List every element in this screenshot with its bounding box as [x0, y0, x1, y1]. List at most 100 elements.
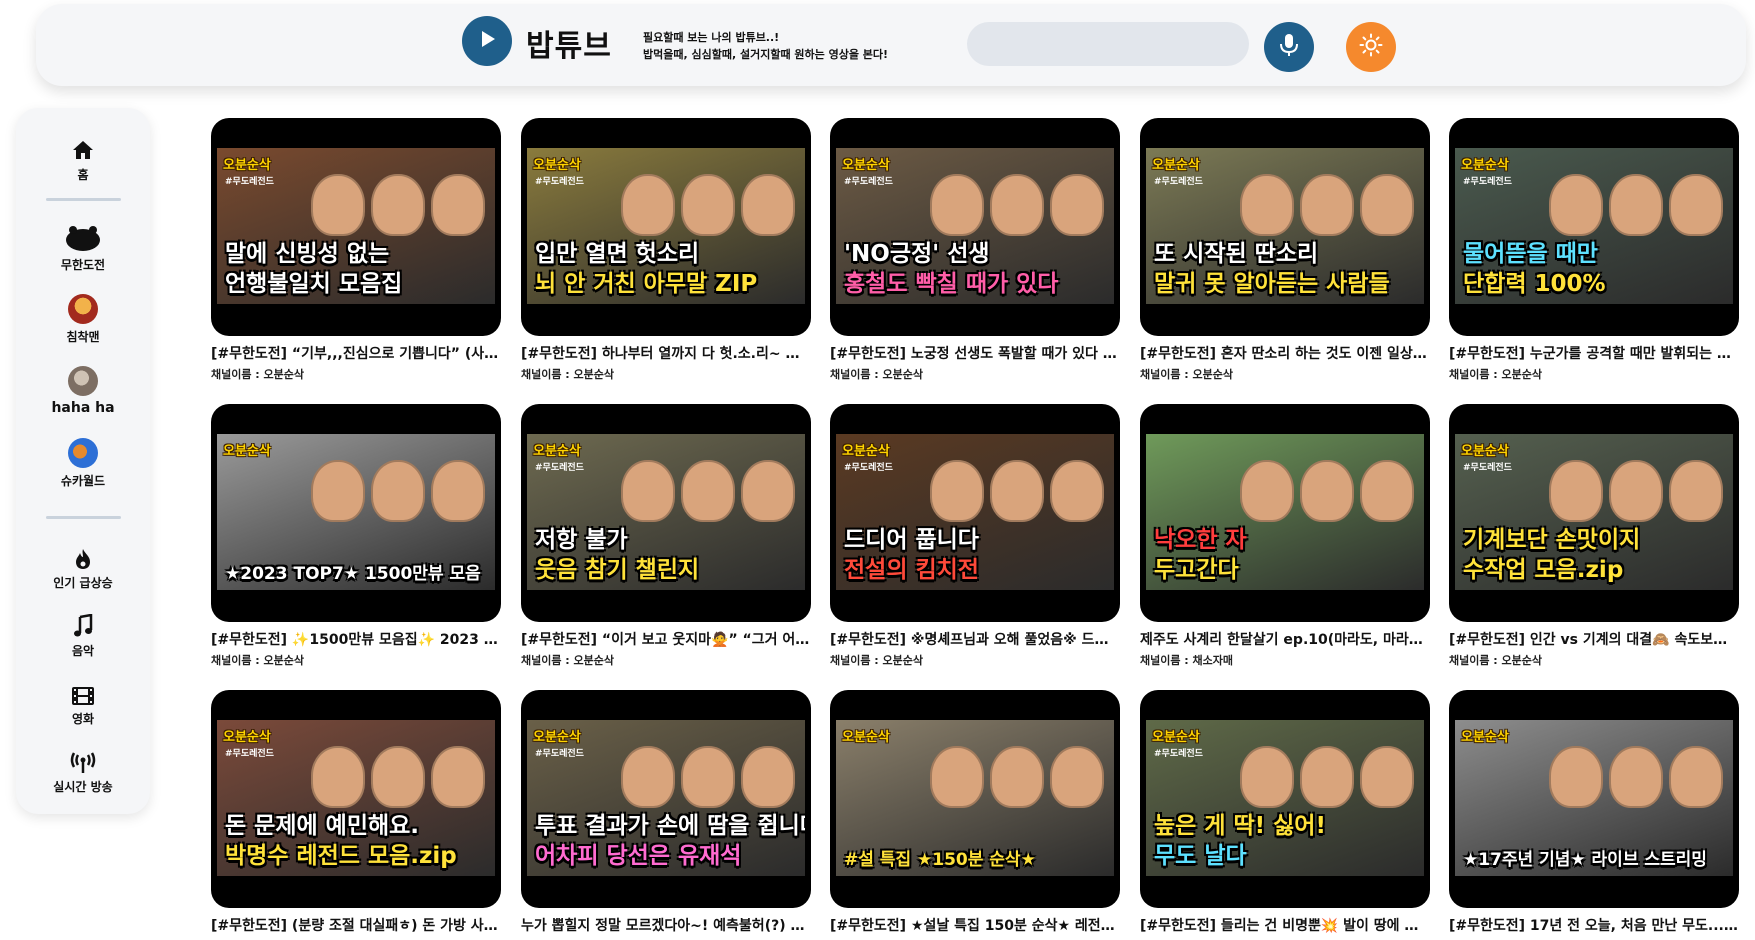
- video-thumbnail[interactable]: 오분순삭 #설 특집 ★150분 순삭★: [830, 690, 1120, 908]
- sidebar-item-music[interactable]: 음악: [16, 608, 150, 659]
- thumbnail-caption: 입만 열면 헛소리: [535, 241, 700, 267]
- video-thumbnail[interactable]: 오분순삭 #무도레전드 입만 열면 헛소리 뇌 안 거친 아무말 ZIP: [521, 118, 811, 336]
- channel-badge: 오분순삭: [1152, 158, 1200, 173]
- sidebar-item-haha[interactable]: haha ha: [16, 366, 150, 416]
- search-input[interactable]: [967, 22, 1249, 66]
- video-title[interactable]: [#무한도전] 누군가를 공격할 때만 발휘되는 단합력 물어뜯을 때만 단합력…: [1449, 345, 1739, 363]
- face-shape: [681, 746, 735, 808]
- thumbnail-caption: 돈 문제에 예민해요.: [225, 813, 420, 839]
- face-shape: [1050, 460, 1104, 522]
- home-icon: [71, 132, 95, 162]
- badge-subtext: #무도레전드: [535, 749, 584, 759]
- channel-name[interactable]: 채널이름 : 오분순삭: [830, 366, 1120, 382]
- video-card[interactable]: 오분순삭 #무도레전드 드디어 풉니다 전설의 킴치전 [#무한도전] ※명셰프님과 오…: [830, 404, 1120, 668]
- channel-name[interactable]: 채널이름 : 오분순삭: [211, 366, 501, 382]
- video-card[interactable]: 낙오한 자두고간다제주도 사계리 한달살기 ep.10(마라도, 마라도에 두고…: [1140, 404, 1430, 668]
- thumbnail-caption: 드디어 풉니다: [844, 527, 979, 553]
- sidebar-item-movie[interactable]: 영화: [16, 676, 150, 727]
- video-title[interactable]: 누가 뽑힐지 정말 모르겠다아~! 예측불허(?) 어차피 당선은 유재석: [521, 917, 811, 935]
- film-icon: [71, 676, 95, 706]
- channel-name[interactable]: 채널이름 : 오분순삭: [211, 652, 501, 668]
- video-title[interactable]: [#무한도전] ※명셰프님과 오해 풀었음※ 드디어 풉니다 전설의 킴치전: [830, 631, 1120, 649]
- video-thumbnail[interactable]: 오분순삭 #무도레전드 'NO긍정' 선생 홍철도 빡칠 때가 있다: [830, 118, 1120, 336]
- face-shape: [741, 174, 795, 236]
- video-thumbnail[interactable]: 오분순삭 ★2023 TOP7★ 1500만뷰 모음: [211, 404, 501, 622]
- video-card[interactable]: 오분순삭 #설 특집 ★150분 순삭★ [#무한도전] ★설날 특집 150분 순…: [830, 690, 1120, 935]
- sidebar-item-muhan[interactable]: 무한도전: [16, 222, 150, 273]
- video-thumbnail[interactable]: 오분순삭 #무도레전드 돈 문제에 예민해요. 박명수 레전드 모음.zip: [211, 690, 501, 908]
- channel-name[interactable]: 채널이름 : 오분순삭: [830, 652, 1120, 668]
- video-title[interactable]: [#무한도전] 혼자 딴소리 하는 것도 이젠 일상 또 시작된 딴소리 말귀 …: [1140, 345, 1430, 363]
- app-title[interactable]: 밥튜브: [526, 21, 612, 65]
- face-shape: [1549, 746, 1603, 808]
- fire-icon: [73, 540, 93, 570]
- badge-subtext: #무도레전드: [1154, 749, 1203, 759]
- video-title[interactable]: 제주도 사계리 한달살기 ep.10(마라도, 마라도에 두고 온 것): [1140, 631, 1430, 649]
- face-shape: [930, 174, 984, 236]
- video-title[interactable]: [#무한도전] 하나부터 열까지 다 헛.소.리~ 입만 열면 헛소리 뇌 안 …: [521, 345, 811, 363]
- video-thumbnail[interactable]: 오분순삭 #무도레전드 기계보단 손맛이지 수작업 모음.zip: [1449, 404, 1739, 622]
- channel-name[interactable]: 채널이름 : 오분순삭: [1449, 652, 1739, 668]
- video-thumbnail[interactable]: 오분순삭 #무도레전드 높은 게 딱! 싫어! 무도 날다: [1140, 690, 1430, 908]
- sidebar-item-chimchak[interactable]: 침착맨: [16, 294, 150, 345]
- video-thumbnail[interactable]: 오분순삭 #무도레전드 말에 신빙성 없는 언행불일치 모음집: [211, 118, 501, 336]
- channel-name[interactable]: 채널이름 : 오분순삭: [1449, 366, 1739, 382]
- logo-play-button[interactable]: [462, 16, 512, 66]
- sidebar-item-syuka[interactable]: 슈카월드: [16, 438, 150, 489]
- video-title[interactable]: [#무한도전] 인간 vs 기계의 대결🙈 속도보단 손맛이지 기계보단 손맛이…: [1449, 631, 1739, 649]
- sidebar-item-home[interactable]: 홈: [16, 132, 150, 183]
- video-thumbnail[interactable]: 오분순삭 #무도레전드 물어뜯을 때만 단합력 100%: [1449, 118, 1739, 336]
- face-shape: [1050, 746, 1104, 808]
- video-thumbnail[interactable]: 오분순삭 #무도레전드 드디어 풉니다 전설의 킴치전: [830, 404, 1120, 622]
- video-thumbnail[interactable]: 오분순삭 #무도레전드 또 시작된 딴소리 말귀 못 알아듣는 사람들: [1140, 118, 1430, 336]
- video-card[interactable]: 오분순삭 #무도레전드 투표 결과가 손에 땀을 쥡니다 어차피 당선은 유재석누가 …: [521, 690, 811, 935]
- sidebar-item-label: 음악: [71, 644, 95, 658]
- face-shape: [1549, 460, 1603, 522]
- video-card[interactable]: 오분순삭 ★2023 TOP7★ 1500만뷰 모음 [#무한도전] ✨1500만뷰…: [211, 404, 501, 668]
- video-title[interactable]: [#무한도전] 17년 전 오늘, 처음 만난 무도... ★17주년 기념★ …: [1449, 917, 1739, 935]
- face-shape: [371, 174, 425, 236]
- voice-search-button[interactable]: [1264, 22, 1314, 72]
- video-thumbnail[interactable]: 오분순삭 ★17주년 기념★ 라이브 스트리밍: [1449, 690, 1739, 908]
- video-card[interactable]: 오분순삭 #무도레전드 말에 신빙성 없는 언행불일치 모음집 [#무한도전] “기부,…: [211, 118, 501, 382]
- video-title[interactable]: [#무한도전] “기부,,,진심으로 기쁩니다” (사실 아님...) 말에 신…: [211, 345, 501, 363]
- channel-name[interactable]: 채널이름 : 오분순삭: [521, 652, 811, 668]
- channel-name[interactable]: 채널이름 : 오분순삭: [521, 366, 811, 382]
- thumbnail-caption: 단합력 100%: [1463, 271, 1606, 297]
- video-title[interactable]: [#무한도전] 노궁정 선생도 폭발할 때가 있다 'NO긍정' 선생 홍철도 …: [830, 345, 1120, 363]
- thumbnail-caption: 낙오한 자: [1154, 527, 1247, 553]
- video-thumbnail[interactable]: 오분순삭 #무도레전드 저항 불가 웃음 참기 챌린지: [521, 404, 811, 622]
- badge-subtext: #무도레전드: [1463, 463, 1512, 473]
- video-card[interactable]: 오분순삭 #무도레전드 입만 열면 헛소리 뇌 안 거친 아무말 ZIP [#무한도전]…: [521, 118, 811, 382]
- channel-name[interactable]: 채널이름 : 오분순삭: [1140, 366, 1430, 382]
- play-icon: [476, 28, 498, 54]
- sidebar-item-trending[interactable]: 인기 급상승: [16, 540, 150, 591]
- video-title[interactable]: [#무한도전] 들리는 건 비명뿐💥 발이 땅에 닿지 않는 높은 게 딱! 싫…: [1140, 917, 1430, 935]
- video-thumbnail[interactable]: 낙오한 자 두고간다: [1140, 404, 1430, 622]
- video-card[interactable]: 오분순삭 #무도레전드 물어뜯을 때만 단합력 100% [#무한도전] 누군가를 공격…: [1449, 118, 1739, 382]
- theme-toggle-button[interactable]: [1346, 22, 1396, 72]
- face-shape: [621, 174, 675, 236]
- channel-name[interactable]: 채널이름 : 채소자매: [1140, 652, 1430, 668]
- badge-subtext: #무도레전드: [1463, 177, 1512, 187]
- video-title[interactable]: [#무한도전] “이거 보고 웃지마🙅” “그거 어떻게 하는 건데” 저항 불…: [521, 631, 811, 649]
- thumbnail-caption: 웃음 참기 챌린지: [535, 557, 700, 583]
- video-card[interactable]: 오분순삭 #무도레전드 저항 불가 웃음 참기 챌린지 [#무한도전] “이거 보고 웃…: [521, 404, 811, 668]
- video-card[interactable]: 오분순삭 #무도레전드 높은 게 딱! 싫어! 무도 날다 [#무한도전] 들리는 건 …: [1140, 690, 1430, 935]
- video-card[interactable]: 오분순삭 #무도레전드 돈 문제에 예민해요. 박명수 레전드 모음.zip [#무한도…: [211, 690, 501, 935]
- thumbnail-image: 오분순삭 #무도레전드 기계보단 손맛이지 수작업 모음.zip: [1455, 434, 1733, 590]
- video-card[interactable]: 오분순삭 #무도레전드 또 시작된 딴소리 말귀 못 알아듣는 사람들 [#무한도전] …: [1140, 118, 1430, 382]
- video-title[interactable]: [#무한도전] ✨1500만뷰 모음집✨ 2023 TOP7 1500만뷰 모음: [211, 631, 501, 649]
- face-shape: [1360, 460, 1414, 522]
- video-card[interactable]: 오분순삭 #무도레전드 'NO긍정' 선생 홍철도 빡칠 때가 있다 [#무한도전] 노…: [830, 118, 1120, 382]
- video-thumbnail[interactable]: 오분순삭 #무도레전드 투표 결과가 손에 땀을 쥡니다 어차피 당선은 유재석: [521, 690, 811, 908]
- face-shape: [1300, 174, 1354, 236]
- sidebar-item-live[interactable]: 실시간 방송: [16, 744, 150, 795]
- thumbnail-caption: 수작업 모음.zip: [1463, 557, 1624, 583]
- video-title[interactable]: [#무한도전] (분량 조절 대실패ㅎ) 돈 가방 사건 돈 문제에 예민해요.…: [211, 917, 501, 935]
- video-card[interactable]: 오분순삭 ★17주년 기념★ 라이브 스트리밍 [#무한도전] 17년 전 오늘, …: [1449, 690, 1739, 935]
- video-title[interactable]: [#무한도전] ★설날 특집 150분 순삭★ 레전드 모음 명수는 12살: [830, 917, 1120, 935]
- video-card[interactable]: 오분순삭 #무도레전드 기계보단 손맛이지 수작업 모음.zip [#무한도전] 인간 …: [1449, 404, 1739, 668]
- thumbnail-caption: 기계보단 손맛이지: [1463, 527, 1641, 553]
- thumbnail-faces: [1549, 746, 1723, 808]
